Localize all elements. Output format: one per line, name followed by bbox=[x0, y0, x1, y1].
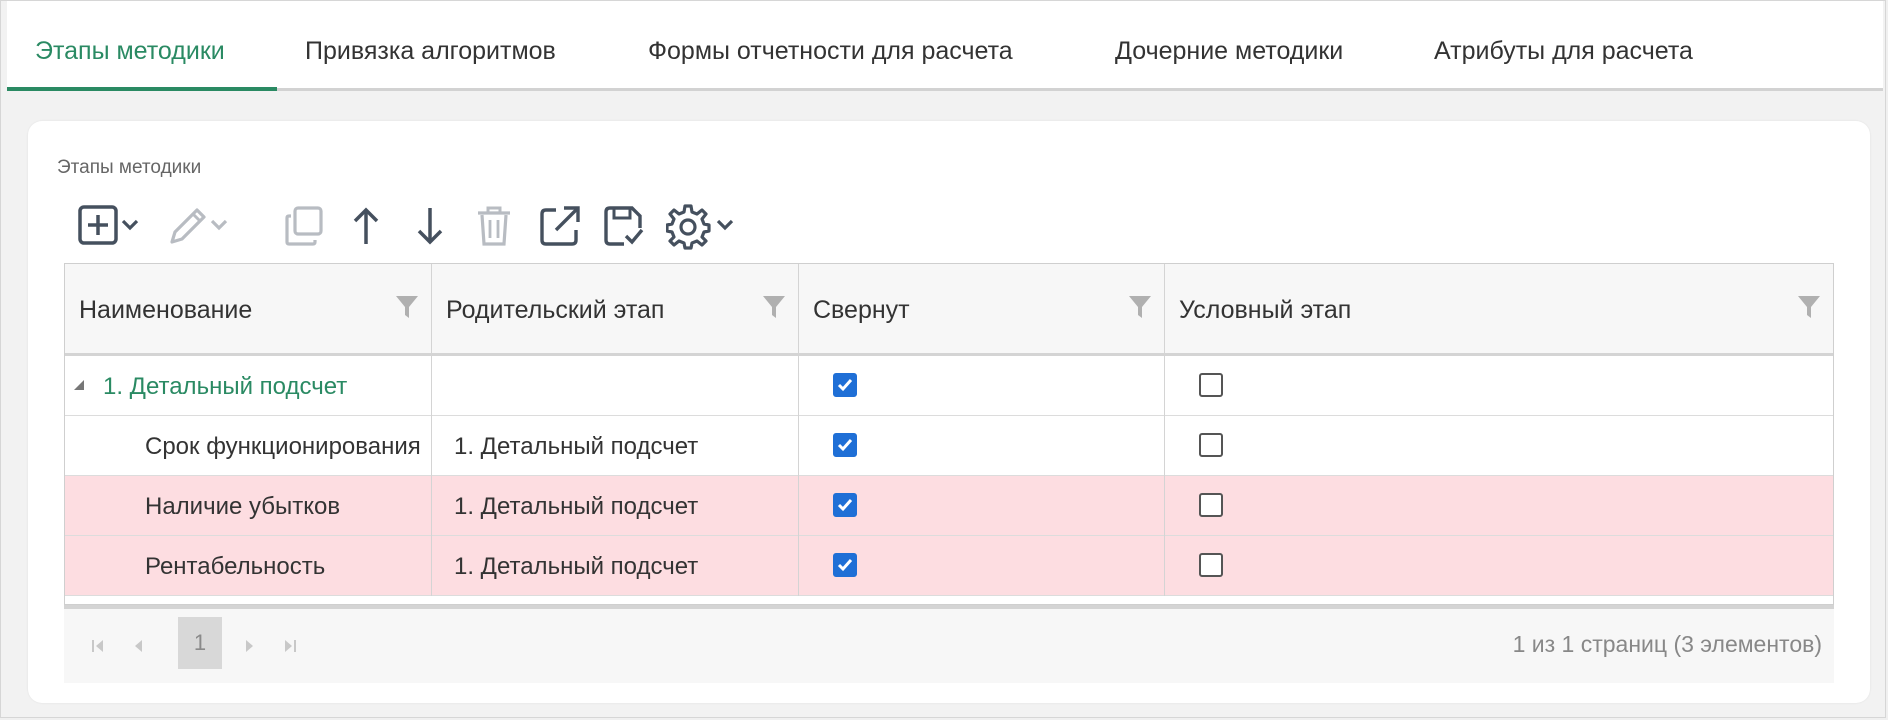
conditional-checkbox[interactable] bbox=[1199, 493, 1223, 517]
edit-button[interactable] bbox=[166, 201, 230, 251]
collapsed-checkbox[interactable] bbox=[833, 373, 857, 397]
parent-cell: 1. Детальный подсчет bbox=[432, 476, 799, 536]
name-cell: 1. Детальный подсчет bbox=[65, 356, 432, 416]
filter-icon[interactable] bbox=[1797, 294, 1821, 325]
collapsed-cell bbox=[799, 476, 1165, 536]
settings-button[interactable] bbox=[666, 201, 738, 251]
copy-button[interactable] bbox=[283, 201, 327, 251]
table-row[interactable]: Наличие убытков 1. Детальный подсчет bbox=[65, 476, 1833, 536]
parent-cell bbox=[432, 356, 799, 416]
active-tab-indicator bbox=[7, 87, 277, 91]
table-row[interactable]: Рентабельность 1. Детальный подсчет bbox=[65, 536, 1833, 596]
save-icon bbox=[602, 204, 646, 248]
name-cell: Рентабельность bbox=[65, 536, 432, 596]
settings-icon bbox=[666, 202, 738, 250]
open-button[interactable] bbox=[538, 201, 582, 251]
tab-report-forms[interactable]: Формы отчетности для расчета bbox=[648, 37, 1013, 66]
first-page-icon[interactable] bbox=[90, 637, 106, 660]
filter-icon[interactable] bbox=[1128, 294, 1152, 325]
conditional-checkbox[interactable] bbox=[1199, 373, 1223, 397]
add-icon bbox=[78, 204, 142, 248]
collapsed-cell bbox=[799, 536, 1165, 596]
collapsed-cell bbox=[799, 416, 1165, 476]
filter-icon[interactable] bbox=[395, 294, 419, 325]
name-cell: Наличие убытков bbox=[65, 476, 432, 536]
tab-child-methods[interactable]: Дочерние методики bbox=[1115, 37, 1343, 66]
collapse-triangle-icon[interactable] bbox=[73, 378, 85, 396]
table-row[interactable]: 1. Детальный подсчет bbox=[65, 356, 1833, 416]
filter-icon[interactable] bbox=[762, 294, 786, 325]
table-row[interactable]: Срок функционирования 1. Детальный подсч… bbox=[65, 416, 1833, 476]
tab-calc-attributes[interactable]: Атрибуты для расчета bbox=[1434, 37, 1693, 66]
save-button[interactable] bbox=[602, 201, 646, 251]
delete-button[interactable] bbox=[474, 201, 514, 251]
column-header-collapsed[interactable]: Свернут bbox=[799, 264, 1165, 353]
tab-algorithm-binding[interactable]: Привязка алгоритмов bbox=[305, 37, 556, 66]
parent-cell: 1. Детальный подсчет bbox=[432, 416, 799, 476]
move-up-button[interactable] bbox=[348, 201, 384, 251]
pager: 1 1 из 1 страниц (3 элементов) bbox=[64, 605, 1834, 683]
collapsed-checkbox[interactable] bbox=[833, 493, 857, 517]
parent-cell: 1. Детальный подсчет bbox=[432, 536, 799, 596]
move-up-icon bbox=[348, 204, 384, 248]
column-header-parent[interactable]: Родительский этап bbox=[432, 264, 799, 353]
conditional-cell bbox=[1165, 356, 1833, 416]
column-header-name[interactable]: Наименование bbox=[65, 264, 432, 353]
pager-info: 1 из 1 страниц (3 элементов) bbox=[1512, 631, 1822, 657]
grid-header: Наименование Родительский этап Свернут У… bbox=[65, 264, 1833, 356]
conditional-cell bbox=[1165, 536, 1833, 596]
delete-icon bbox=[474, 204, 514, 248]
conditional-checkbox[interactable] bbox=[1199, 553, 1223, 577]
conditional-cell bbox=[1165, 416, 1833, 476]
last-page-icon[interactable] bbox=[282, 637, 298, 660]
collapsed-checkbox[interactable] bbox=[833, 553, 857, 577]
move-down-icon bbox=[412, 204, 448, 248]
conditional-checkbox[interactable] bbox=[1199, 433, 1223, 457]
collapsed-checkbox[interactable] bbox=[833, 433, 857, 457]
move-down-button[interactable] bbox=[412, 201, 448, 251]
collapsed-cell bbox=[799, 356, 1165, 416]
stages-grid: Наименование Родительский этап Свернут У… bbox=[64, 263, 1834, 605]
conditional-cell bbox=[1165, 476, 1833, 536]
prev-page-icon[interactable] bbox=[132, 637, 146, 660]
tab-bar: Этапы методики Привязка алгоритмов Формы… bbox=[7, 1, 1883, 91]
app-frame: Этапы методики Привязка алгоритмов Формы… bbox=[0, 0, 1886, 718]
name-cell: Срок функционирования bbox=[65, 416, 432, 476]
page-number-current[interactable]: 1 bbox=[178, 617, 222, 669]
column-header-conditional[interactable]: Условный этап bbox=[1165, 264, 1833, 353]
tab-stages[interactable]: Этапы методики bbox=[35, 37, 225, 66]
edit-icon bbox=[166, 204, 230, 248]
stages-panel: Этапы методики Наименование Родительский… bbox=[28, 121, 1870, 703]
open-external-icon bbox=[538, 204, 582, 248]
add-button[interactable] bbox=[78, 201, 142, 251]
section-title: Этапы методики bbox=[57, 157, 202, 178]
next-page-icon[interactable] bbox=[242, 637, 256, 660]
copy-icon bbox=[283, 204, 327, 248]
